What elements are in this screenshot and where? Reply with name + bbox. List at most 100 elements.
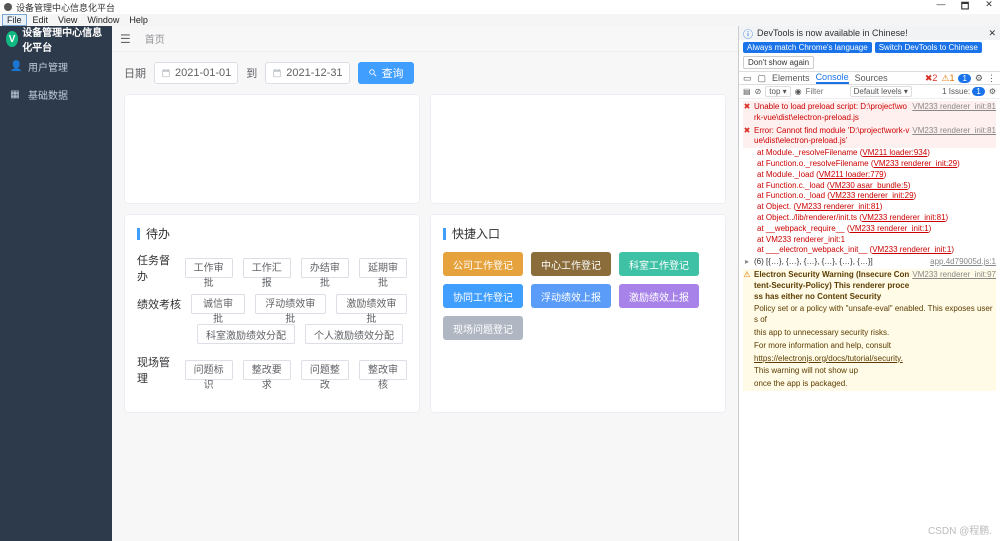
- watermark: CSDN @程鹏.: [928, 522, 992, 537]
- section-label: 任务督办: [137, 252, 175, 284]
- window-close[interactable]: ✕: [982, 0, 996, 15]
- more-icon[interactable]: ⋮: [987, 73, 996, 84]
- issues-link[interactable]: 1 Issue: 1: [942, 87, 985, 96]
- sidebar: V 设备管理中心信息化平台 👤 用户管理 ▦ 基础数据: [0, 26, 112, 541]
- chip-match-language[interactable]: Always match Chrome's language: [743, 42, 872, 53]
- tag-button[interactable]: 问题标识: [185, 360, 233, 380]
- quick-entry-button[interactable]: 公司工作登记: [443, 252, 523, 276]
- tag-button[interactable]: 办结审批: [301, 258, 349, 278]
- breadcrumb: 首页: [145, 31, 165, 46]
- console-warning: This warning will not show up: [743, 365, 996, 378]
- calendar-icon: [161, 68, 171, 78]
- info-count[interactable]: 1: [958, 74, 970, 83]
- source-link[interactable]: VM233 renderer_init:97: [912, 270, 996, 302]
- levels-selector[interactable]: Default levels ▾: [850, 86, 912, 97]
- quick-entry-button[interactable]: 科室工作登记: [619, 252, 699, 276]
- console-toolbar: ▤ ⊘ top ▾ ◉ Default levels ▾ 1 Issue: 1 …: [739, 85, 1000, 99]
- source-link[interactable]: VM233 renderer_init:81: [912, 126, 996, 148]
- window-title: 设备管理中心信息化平台: [16, 1, 115, 14]
- sidebar-item-label: 用户管理: [28, 59, 68, 74]
- tag-button[interactable]: 问题整改: [301, 360, 349, 380]
- console-error: ✖Error: Cannot find module 'D:\project\w…: [743, 125, 996, 149]
- filter-input[interactable]: [806, 87, 846, 96]
- chip-switch-chinese[interactable]: Switch DevTools to Chinese: [875, 42, 982, 53]
- quick-title: 快捷入口: [452, 225, 500, 242]
- tag-button[interactable]: 延期审批: [359, 258, 407, 278]
- quick-entry-button[interactable]: 激励绩效上报: [619, 284, 699, 308]
- accent-bar: [443, 228, 446, 240]
- date-from-input[interactable]: 2021-01-01: [154, 62, 238, 84]
- sidebar-item-users[interactable]: 👤 用户管理: [0, 52, 112, 80]
- eye-icon[interactable]: ◉: [795, 87, 802, 96]
- console-warning: For more information and help, consult: [743, 340, 996, 353]
- section-row: 现场管理问题标识整改要求问题整改整改审核: [137, 354, 407, 386]
- stack-frame: at Function.o._resolveFilename (VM233 re…: [757, 159, 996, 170]
- stack-frame: at Object. (VM233 renderer_init:81): [757, 202, 996, 213]
- menu-help[interactable]: Help: [125, 15, 152, 25]
- console-log: ▸(6) [{…}, {…}, {…}, {…}, {…}, {…}]app.4…: [743, 256, 996, 269]
- stack-frame: at VM233 renderer_init:1: [757, 235, 996, 246]
- tag-button[interactable]: 整改要求: [243, 360, 291, 380]
- error-count[interactable]: ✖2: [925, 73, 938, 84]
- search-button[interactable]: 查询: [358, 62, 414, 84]
- console-output: ✖Unable to load preload script: D:\proje…: [739, 99, 1000, 541]
- date-to-input[interactable]: 2021-12-31: [265, 62, 349, 84]
- todo-card: 待办 任务督办工作审批工作汇报办结审批延期审批绩效考核诚信审批浮动绩效审批激励绩…: [124, 214, 420, 413]
- source-link[interactable]: VM233 renderer_init:81: [912, 102, 996, 124]
- window-titlebar: 设备管理中心信息化平台 — 🗖 ✕: [0, 0, 1000, 14]
- quick-entry-button[interactable]: 浮动绩效上报: [531, 284, 611, 308]
- content: 日期 2021-01-01 到 2021-12-31 查询: [112, 52, 738, 541]
- console-warning: ⚠Electron Security Warning (Insecure Con…: [743, 269, 996, 303]
- quick-entry-button[interactable]: 现场问题登记: [443, 316, 523, 340]
- tab-elements[interactable]: Elements: [772, 73, 810, 83]
- stack-frame: at Function.c._load (VM230 asar_bundle:5…: [757, 181, 996, 192]
- gear-icon[interactable]: ⚙: [989, 87, 996, 96]
- tag-button[interactable]: 激励绩效审批: [336, 294, 407, 314]
- search-icon: [368, 68, 378, 78]
- quick-entry-button[interactable]: 协同工作登记: [443, 284, 523, 308]
- tag-button[interactable]: 整改审核: [359, 360, 407, 380]
- source-link[interactable]: app.4d79005d.js:1: [930, 257, 996, 268]
- filter-bar: 日期 2021-01-01 到 2021-12-31 查询: [124, 62, 726, 84]
- sidebar-item-basedata[interactable]: ▦ 基础数据: [0, 80, 112, 108]
- clear-console-icon[interactable]: ⊘: [755, 87, 762, 96]
- devtools-panel: ⓘ DevTools is now available in Chinese! …: [738, 26, 1000, 541]
- date-label: 日期: [124, 65, 146, 81]
- section-row: 绩效考核诚信审批浮动绩效审批激励绩效审批: [137, 294, 407, 314]
- quick-entry-button[interactable]: 中心工作登记: [531, 252, 611, 276]
- hamburger-icon[interactable]: ☰: [120, 32, 131, 46]
- section-row: 科室激励绩效分配个人激励绩效分配: [137, 324, 407, 344]
- tag-button[interactable]: 诚信审批: [191, 294, 244, 314]
- window-maximize[interactable]: 🗖: [958, 0, 972, 15]
- stack-frame: at Object../lib/renderer/init.ts (VM233 …: [757, 213, 996, 224]
- tag-button[interactable]: 个人激励绩效分配: [305, 324, 403, 344]
- tab-console[interactable]: Console: [816, 72, 849, 84]
- section-row: 任务督办工作审批工作汇报办结审批延期审批: [137, 252, 407, 284]
- window-minimize[interactable]: —: [934, 0, 948, 15]
- console-warning: this app to unnecessary security risks.: [743, 327, 996, 340]
- inspect-icon[interactable]: ▭: [743, 73, 752, 84]
- sidebar-toggle-icon[interactable]: ▤: [743, 87, 751, 96]
- todo-title: 待办: [146, 225, 170, 242]
- tag-button[interactable]: 科室激励绩效分配: [197, 324, 295, 344]
- chip-dont-show[interactable]: Don't show again: [743, 56, 814, 69]
- close-icon[interactable]: ✕: [988, 28, 996, 39]
- user-icon: 👤: [10, 61, 20, 72]
- devtools-tabs: ▭ ▢ Elements Console Sources ✖2 ⚠1 1 ⚙ ⋮: [739, 71, 1000, 85]
- stack-frame: at ___electron_webpack_init__ (VM233 ren…: [757, 245, 996, 256]
- console-error: ✖Unable to load preload script: D:\proje…: [743, 101, 996, 125]
- section-label: 现场管理: [137, 354, 175, 386]
- tab-sources[interactable]: Sources: [855, 73, 888, 83]
- tag-button[interactable]: 工作汇报: [243, 258, 291, 278]
- to-label: 到: [246, 65, 257, 81]
- stack-frame: at Module._resolveFilename (VM211 loader…: [757, 148, 996, 159]
- section-label: 绩效考核: [137, 296, 181, 312]
- warn-count[interactable]: ⚠1: [941, 73, 954, 84]
- stack-frame: at __webpack_require__ (VM233 renderer_i…: [757, 224, 996, 235]
- gear-icon[interactable]: ⚙: [975, 73, 983, 84]
- devtools-notice: DevTools is now available in Chinese!: [757, 28, 908, 38]
- device-icon[interactable]: ▢: [758, 73, 767, 84]
- tag-button[interactable]: 浮动绩效审批: [255, 294, 326, 314]
- context-selector[interactable]: top ▾: [765, 86, 790, 97]
- tag-button[interactable]: 工作审批: [185, 258, 233, 278]
